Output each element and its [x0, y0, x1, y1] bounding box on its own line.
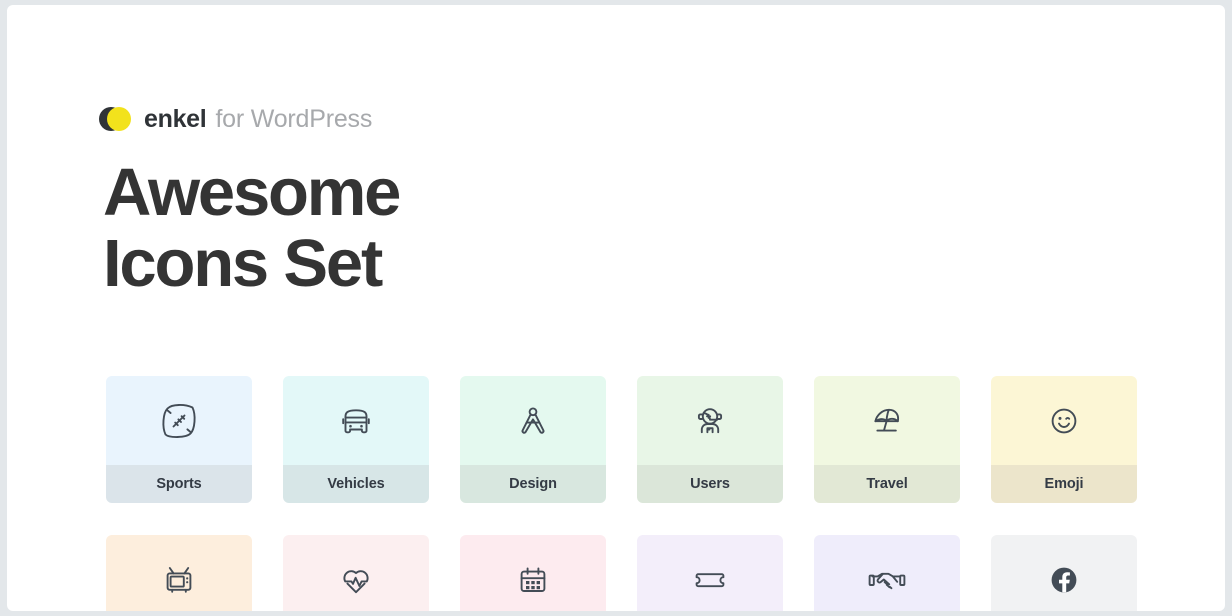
football-icon	[106, 376, 252, 465]
icon-card[interactable]	[283, 535, 429, 611]
icon-card[interactable]: Users	[637, 376, 783, 503]
icon-card[interactable]	[991, 535, 1137, 611]
icon-card[interactable]	[460, 535, 606, 611]
winking-smiley-icon	[991, 376, 1137, 465]
icon-card[interactable]: Design	[460, 376, 606, 503]
astronaut-user-icon	[637, 376, 783, 465]
icon-card[interactable]: Vehicles	[283, 376, 429, 503]
page-title: Awesome Icons Set	[103, 155, 401, 301]
handshake-icon	[814, 535, 960, 611]
brand-name: enkel	[144, 104, 207, 133]
retro-tv-icon	[106, 535, 252, 611]
icon-card[interactable]: Sports	[106, 376, 252, 503]
brand-suffix: for WordPress	[215, 104, 373, 133]
icon-card[interactable]	[637, 535, 783, 611]
bus-icon	[283, 376, 429, 465]
icon-card-label: Sports	[106, 465, 252, 503]
ticket-icon	[637, 535, 783, 611]
icon-card-label: Emoji	[991, 465, 1137, 503]
icon-card-label: Travel	[814, 465, 960, 503]
page-panel: enkel for WordPress Awesome Icons Set Sp…	[7, 5, 1225, 611]
facebook-icon	[991, 535, 1137, 611]
icon-card-label: Design	[460, 465, 606, 503]
icon-card[interactable]	[814, 535, 960, 611]
icon-card-grid: Sports Vehicles Design Users Travel Emoj…	[106, 376, 1140, 611]
icon-card-label: Users	[637, 465, 783, 503]
icon-card[interactable]	[106, 535, 252, 611]
calendar-icon	[460, 535, 606, 611]
compass-divider-icon	[460, 376, 606, 465]
icon-card[interactable]: Emoji	[991, 376, 1137, 503]
beach-umbrella-icon	[814, 376, 960, 465]
enkel-logo-icon	[99, 106, 133, 132]
brand-lockup: enkel for WordPress	[99, 102, 372, 136]
heart-pulse-icon	[283, 535, 429, 611]
icon-card[interactable]: Travel	[814, 376, 960, 503]
logo-yellow-circle	[107, 107, 131, 131]
icon-card-label: Vehicles	[283, 465, 429, 503]
